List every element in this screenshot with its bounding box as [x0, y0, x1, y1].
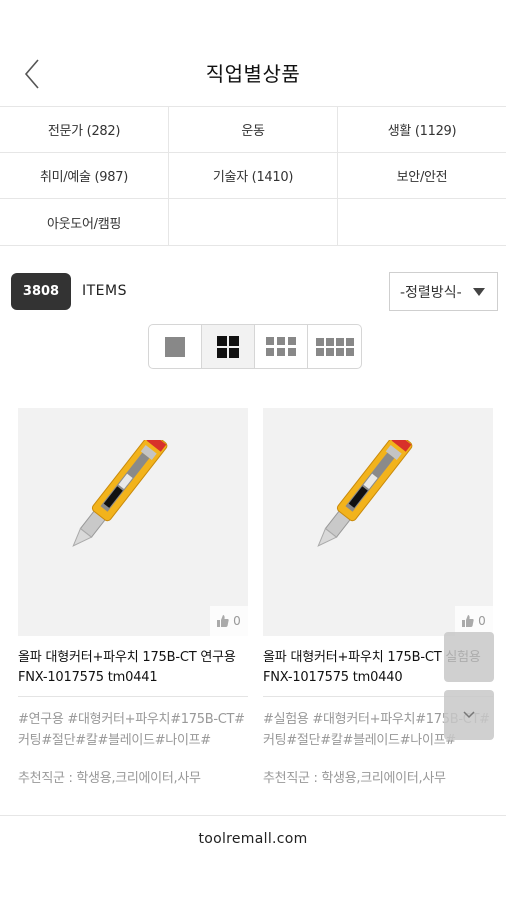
like-count: 0	[478, 614, 486, 628]
category-item-empty	[169, 199, 338, 245]
product-image[interactable]: 0	[263, 408, 493, 636]
view-grid-2-button[interactable]	[202, 325, 255, 368]
chevron-down-icon	[463, 711, 475, 719]
grid-3x2-icon	[266, 336, 296, 356]
app-header: 직업별상품	[0, 0, 506, 107]
thumbs-up-icon	[462, 615, 474, 627]
product-recommend: 추천직군 : 학생용,크리에이터,사무	[263, 771, 446, 786]
like-counter[interactable]: 0	[210, 606, 248, 636]
box-cutter-image	[72, 440, 168, 547]
category-grid: 전문가 (282) 운동 생활 (1129) 취미/예술 (987) 기술자 (…	[0, 107, 506, 246]
product-recommend: 추천직군 : 학생용,크리에이터,사무	[18, 771, 201, 786]
product-tags: #연구용 #대형커터+파우치#175B-CT#커팅#절단#칼#블레이드#나이프#	[18, 712, 245, 748]
like-count: 0	[233, 614, 241, 628]
sort-dropdown[interactable]: -정렬방식-	[389, 272, 498, 311]
footer: toolremall.com	[0, 815, 506, 900]
sort-dropdown-label: -정렬방식-	[400, 284, 462, 301]
items-label: ITEMS	[82, 283, 127, 299]
view-list-button[interactable]	[149, 325, 202, 368]
grid-4x2-icon	[315, 337, 354, 356]
category-item[interactable]: 취미/예술 (987)	[0, 153, 169, 199]
product-image[interactable]: 0	[18, 408, 248, 636]
product-name[interactable]: 올파 대형커터+파우치 175B-CT 연구용 FNX-1017575 tm04…	[18, 648, 248, 697]
category-item[interactable]: 생활 (1129)	[338, 107, 506, 153]
category-item[interactable]: 전문가 (282)	[0, 107, 169, 153]
single-square-icon	[165, 336, 185, 357]
category-item[interactable]: 운동	[169, 107, 338, 153]
view-grid-4-button[interactable]	[308, 325, 361, 368]
page-title: 직업별상품	[205, 62, 301, 86]
view-mode-toggle	[148, 324, 362, 369]
category-item[interactable]: 아웃도어/캠핑	[0, 199, 169, 245]
item-count-badge: 3808	[11, 273, 71, 310]
category-item[interactable]: 기술자 (1410)	[169, 153, 338, 199]
category-item[interactable]: 보안/안전	[338, 153, 506, 199]
dropdown-arrow-icon	[473, 288, 485, 296]
product-card[interactable]: 0 올파 대형커터+파우치 175B-CT 연구용 FNX-1017575 tm…	[18, 408, 248, 786]
scroll-bottom-button[interactable]	[444, 690, 494, 740]
category-item-empty	[338, 199, 506, 245]
footer-domain[interactable]: toolremall.com	[0, 831, 506, 847]
view-grid-3-button[interactable]	[255, 325, 308, 368]
box-cutter-image	[317, 440, 413, 547]
thumbs-up-icon	[217, 615, 229, 627]
scroll-top-button[interactable]	[444, 632, 494, 682]
grid-2x2-icon	[217, 335, 239, 358]
